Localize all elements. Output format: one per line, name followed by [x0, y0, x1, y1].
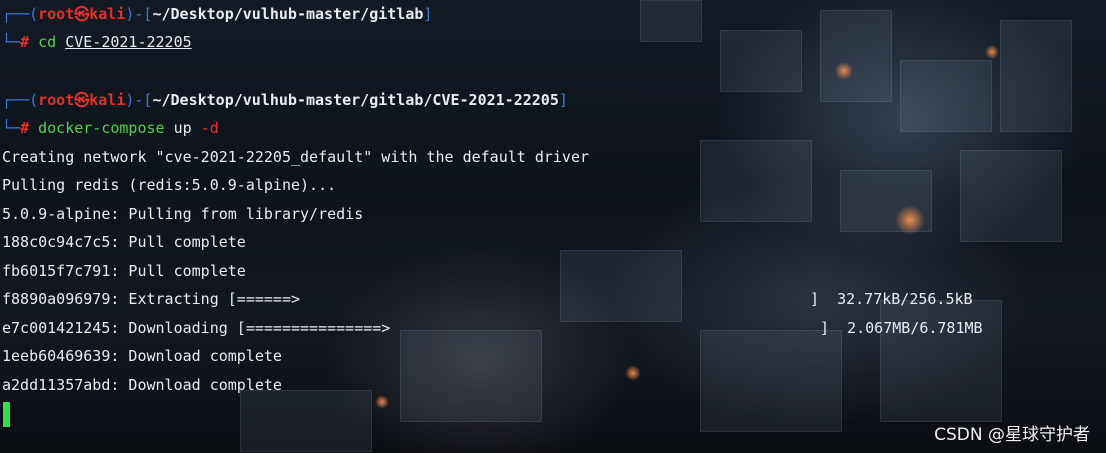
prompt-header-2: ┌──(root㉿kali)-[~/Desktop/vulhub-master/… [2, 86, 568, 114]
prompt-frame: ] [558, 91, 568, 109]
command-line-2: └─# docker-compose up -d [2, 114, 219, 142]
prompt-hash: # [20, 33, 30, 51]
prompt-hash: # [20, 119, 30, 137]
command-argument: CVE-2021-22205 [65, 33, 192, 51]
output-line: 188c0c94c7c5: Pull complete [2, 233, 246, 251]
output-line: a2dd11357abd: Download complete [2, 376, 282, 394]
progress-status: ] 32.77kB/256.5kB [810, 290, 973, 308]
command-argument: up [173, 119, 192, 137]
prompt-corner: └─ [2, 33, 21, 51]
prompt-frame: )-[ [125, 5, 153, 23]
command-line-1: └─# cd CVE-2021-22205 [2, 28, 192, 56]
prompt-header-1: ┌──(root㉿kali)-[~/Desktop/vulhub-master/… [2, 0, 432, 28]
prompt-frame: ┌──( [2, 91, 39, 109]
output-line: 5.0.9-alpine: Pulling from library/redis [2, 205, 364, 223]
prompt-frame: ] [423, 5, 433, 23]
terminal-window[interactable]: ┌──(root㉿kali)-[~/Desktop/vulhub-master/… [0, 0, 1106, 453]
command-name: docker-compose [38, 119, 165, 137]
prompt-frame: ┌──( [2, 5, 39, 23]
prompt-frame: )-[ [125, 91, 153, 109]
command-name: cd [38, 33, 57, 51]
prompt-path: ~/Desktop/vulhub-master/gitlab/CVE-2021-… [152, 91, 559, 109]
progress-status: ] 2.067MB/6.781MB [820, 319, 983, 337]
output-line: e7c001421245: Downloading [=============… [2, 319, 391, 337]
prompt-user: root㉿kali [38, 5, 126, 23]
prompt-path: ~/Desktop/vulhub-master/gitlab [152, 5, 424, 23]
output-line: fb6015f7c791: Pull complete [2, 262, 246, 280]
output-line: f8890a096979: Extracting [======> [2, 290, 301, 308]
command-flag: -d [200, 119, 219, 137]
output-line: Pulling redis (redis:5.0.9-alpine)... [2, 176, 337, 194]
prompt-corner: └─ [2, 119, 21, 137]
output-line: Creating network "cve-2021-22205_default… [2, 148, 589, 166]
terminal-cursor[interactable] [3, 402, 10, 427]
output-line: 1eeb60469639: Download complete [2, 347, 282, 365]
prompt-user: root㉿kali [38, 91, 126, 109]
watermark: CSDN @星球守护者 [934, 425, 1090, 445]
